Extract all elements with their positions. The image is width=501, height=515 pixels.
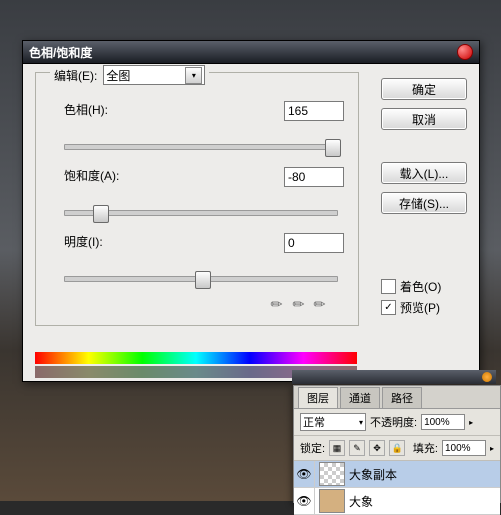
edit-label: 编辑(E):: [54, 67, 97, 84]
load-button[interactable]: 载入(L)...: [381, 162, 467, 184]
blend-mode-combo[interactable]: 正常 ▾: [300, 413, 366, 431]
eyedropper-add-icon[interactable]: ✎: [288, 294, 308, 314]
hue-saturation-dialog: 色相/饱和度 编辑(E): 全图 ▾ 色相(H): 165 饱和度(A): -8: [22, 40, 480, 382]
chevron-down-icon[interactable]: ▾: [185, 67, 202, 84]
hue-bar-input: [35, 352, 357, 364]
visibility-icon[interactable]: 👁: [294, 461, 315, 487]
saturation-thumb[interactable]: [93, 205, 109, 223]
chevron-down-icon[interactable]: ▾: [359, 418, 363, 427]
lock-transparency-icon[interactable]: ▦: [329, 440, 345, 456]
dialog-title: 色相/饱和度: [29, 44, 92, 61]
opacity-input[interactable]: 100%: [421, 414, 465, 430]
lock-paint-icon[interactable]: ✎: [349, 440, 365, 456]
lock-all-icon[interactable]: 🔒: [389, 440, 405, 456]
save-button[interactable]: 存储(S)...: [381, 192, 467, 214]
visibility-icon[interactable]: 👁: [294, 488, 315, 514]
hue-slider[interactable]: [64, 144, 338, 150]
titlebar[interactable]: 色相/饱和度: [23, 41, 479, 64]
lock-position-icon[interactable]: ✥: [369, 440, 385, 456]
opacity-label: 不透明度:: [370, 414, 417, 430]
ok-button[interactable]: 确定: [381, 78, 467, 100]
adjustment-fieldset: 编辑(E): 全图 ▾ 色相(H): 165 饱和度(A): -80: [35, 72, 359, 326]
edit-combo-value: 全图: [106, 67, 130, 84]
colorize-checkbox[interactable]: [381, 279, 396, 294]
layer-name[interactable]: 大象副本: [349, 466, 397, 483]
panel-tabs: 图层 通道 路径: [294, 386, 500, 409]
layer-name[interactable]: 大象: [349, 493, 373, 510]
panel-titlebar[interactable]: [292, 370, 496, 384]
saturation-label: 饱和度(A):: [64, 167, 119, 184]
lightness-value-input[interactable]: 0: [284, 233, 344, 253]
tab-channels[interactable]: 通道: [340, 387, 380, 408]
tab-layers[interactable]: 图层: [298, 387, 338, 408]
colorize-label: 着色(O): [400, 278, 441, 295]
hue-value-input[interactable]: 165: [284, 101, 344, 121]
layers-panel: 图层 通道 路径 正常 ▾ 不透明度: 100% ▸ 锁定: ▦ ✎ ✥ 🔒 填…: [293, 385, 501, 503]
fill-input[interactable]: 100%: [442, 440, 486, 456]
chevron-right-icon[interactable]: ▸: [469, 418, 473, 427]
chevron-right-icon[interactable]: ▸: [490, 444, 494, 453]
layer-item[interactable]: 👁 大象: [294, 488, 500, 515]
blend-mode-value: 正常: [303, 414, 325, 430]
lightness-label: 明度(I):: [64, 233, 103, 250]
preview-checkbox[interactable]: ✓: [381, 300, 396, 315]
layer-thumbnail[interactable]: [319, 489, 345, 513]
layer-list: 👁 大象副本 👁 大象: [294, 461, 500, 515]
close-icon[interactable]: [457, 44, 473, 60]
lightness-thumb[interactable]: [195, 271, 211, 289]
tab-paths[interactable]: 路径: [382, 387, 422, 408]
saturation-slider[interactable]: [64, 210, 338, 216]
lightness-slider[interactable]: [64, 276, 338, 282]
layer-thumbnail[interactable]: [319, 462, 345, 486]
saturation-value-input[interactable]: -80: [284, 167, 344, 187]
hue-thumb[interactable]: [325, 139, 341, 157]
eyedropper-group: ✎ ✎ ✎: [271, 296, 326, 313]
preview-label: 预览(P): [400, 299, 440, 316]
fill-label: 填充:: [413, 440, 438, 456]
minimize-icon[interactable]: [482, 372, 492, 382]
lock-label: 锁定:: [300, 440, 325, 456]
hue-label: 色相(H):: [64, 101, 108, 118]
cancel-button[interactable]: 取消: [381, 108, 467, 130]
edit-combo[interactable]: 全图 ▾: [103, 65, 205, 85]
layer-item[interactable]: 👁 大象副本: [294, 461, 500, 488]
